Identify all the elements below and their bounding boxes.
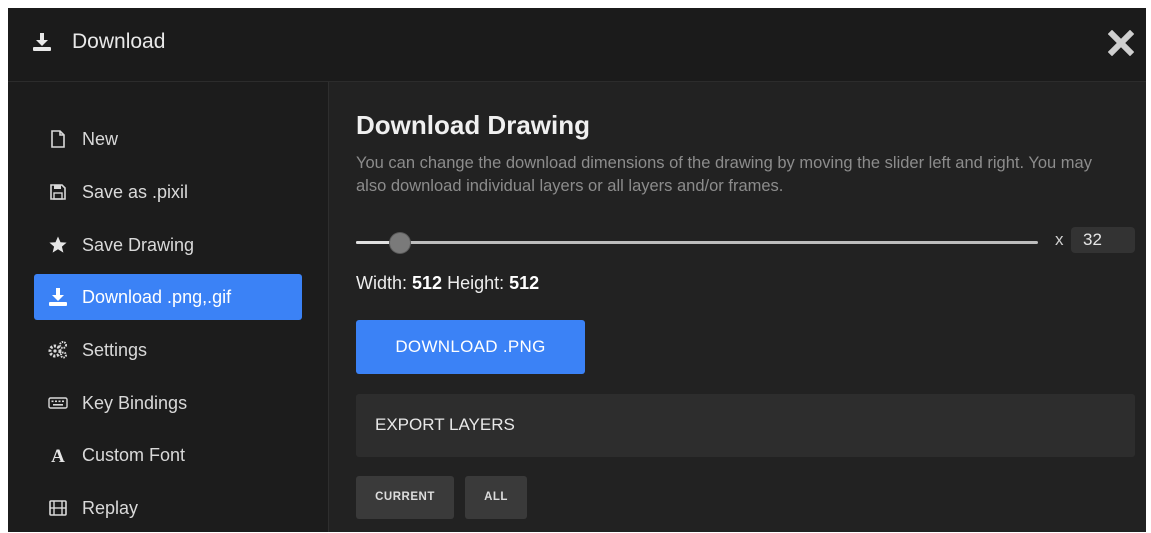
sidebar-item-replay[interactable]: Replay xyxy=(34,485,302,531)
film-icon xyxy=(49,500,67,516)
page-title: Download Drawing xyxy=(356,110,590,140)
sidebar-item-label: New xyxy=(82,129,119,149)
sidebar-item-save-drawing[interactable]: Save Drawing xyxy=(34,222,302,268)
dialog-title: Download xyxy=(72,30,166,53)
sidebar-item-label: Save as .pixil xyxy=(82,182,189,202)
floppy-disk-icon xyxy=(50,184,66,200)
description-text: You can change the download dimensions o… xyxy=(356,154,1092,195)
width-value: 512 xyxy=(412,273,443,293)
sidebar-item-save-pixil[interactable]: Save as .pixil xyxy=(34,169,302,215)
download-dialog: Download New Save as .pixil Save Drawing… xyxy=(8,8,1146,532)
sidebar-item-label: Save Drawing xyxy=(82,235,195,255)
close-icon[interactable] xyxy=(1108,30,1134,56)
dialog-header: Download xyxy=(8,8,1146,82)
scale-slider[interactable] xyxy=(356,233,1038,253)
slider-thumb[interactable] xyxy=(390,233,410,253)
download-icon xyxy=(33,33,51,51)
current-layer-button[interactable]: CURRENT xyxy=(356,476,454,519)
dimensions-readout: Width: 512 Height: 512 xyxy=(356,273,539,294)
sidebar-item-settings[interactable]: Settings xyxy=(34,327,302,373)
gears-icon xyxy=(48,341,67,359)
font-icon: A xyxy=(51,446,65,465)
sidebar-item-label: Download .png,.gif xyxy=(82,287,232,307)
export-layers-panel[interactable]: EXPORT LAYERS xyxy=(356,394,1135,457)
star-icon xyxy=(49,236,67,253)
sidebar-item-key-bindings[interactable]: Key Bindings xyxy=(34,380,302,426)
download-png-button[interactable]: DOWNLOAD .PNG xyxy=(356,320,585,374)
scale-input[interactable]: 32 xyxy=(1071,227,1135,253)
height-value: 512 xyxy=(509,273,540,293)
download-panel: Download Drawing You can change the down… xyxy=(329,82,1146,532)
height-label: Height: xyxy=(447,273,505,293)
sidebar-item-download[interactable]: Download .png,.gif xyxy=(34,274,302,320)
sidebar-menu: New Save as .pixil Save Drawing Download… xyxy=(8,82,329,532)
file-icon xyxy=(51,130,65,148)
export-layers-label: EXPORT LAYERS xyxy=(375,415,515,434)
scale-prefix: x xyxy=(1055,230,1064,249)
svg-text:A: A xyxy=(51,446,65,465)
sidebar-item-new[interactable]: New xyxy=(34,116,302,162)
slider-track xyxy=(356,241,1038,244)
sidebar-item-custom-font[interactable]: A Custom Font xyxy=(34,432,302,478)
all-layers-button[interactable]: ALL xyxy=(465,476,527,519)
width-label: Width: xyxy=(356,273,408,293)
sidebar-item-label: Replay xyxy=(82,498,139,518)
sidebar-item-label: Custom Font xyxy=(82,445,186,465)
sidebar-item-label: Settings xyxy=(82,340,148,360)
download-icon xyxy=(49,288,67,306)
sidebar-item-label: Key Bindings xyxy=(82,393,188,413)
keyboard-icon xyxy=(48,397,68,409)
